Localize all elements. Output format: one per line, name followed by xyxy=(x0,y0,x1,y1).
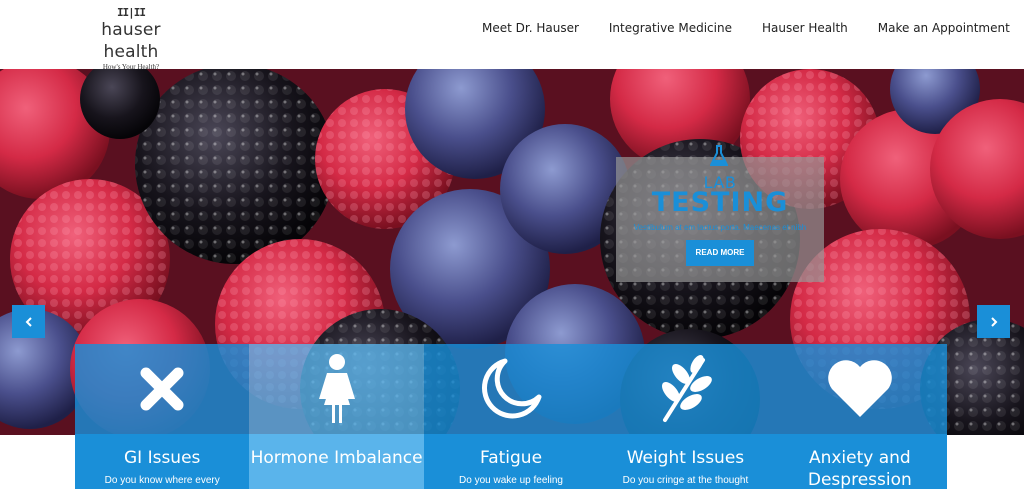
service-card-gi-issues[interactable]: GI Issues Do you know where every xyxy=(75,344,250,489)
services-row: GI Issues Do you know where every Hormon… xyxy=(75,344,948,489)
service-desc: Do you cringe at the thought xyxy=(622,475,749,486)
woman-icon xyxy=(318,354,355,423)
main-nav: Meet Dr. Hauser Integrative Medicine Hau… xyxy=(482,20,1024,36)
service-title: Weight Issues xyxy=(626,448,745,468)
read-more-button[interactable]: READ MORE xyxy=(686,240,754,266)
carousel-prev-button[interactable] xyxy=(12,305,45,338)
carousel-next-button[interactable] xyxy=(977,305,1010,338)
nav-make-appointment[interactable]: Make an Appointment xyxy=(878,20,1010,36)
logo-name: hauser health xyxy=(101,20,161,62)
chevron-right-icon xyxy=(990,316,997,327)
heart-icon xyxy=(828,360,892,417)
site-header: II|II hauser health How's Your Health? M… xyxy=(0,0,1024,72)
service-card-fatigue[interactable]: Fatigue Do you wake up feeling xyxy=(423,344,599,489)
service-card-hormone-imbalance[interactable]: Hormone Imbalance xyxy=(249,344,424,489)
service-desc: Do you know where every xyxy=(104,475,220,486)
service-card-anxiety[interactable]: Anxiety and Despression xyxy=(772,344,948,489)
slide-text: Vestibulum at em lactus porta. Maecenas … xyxy=(633,223,807,232)
slide-caption: LAB TESTING Vestibulum at em lactus port… xyxy=(616,145,824,282)
nav-meet-dr-hauser[interactable]: Meet Dr. Hauser xyxy=(482,20,579,36)
cross-icon xyxy=(140,367,184,411)
service-title: Hormone Imbalance xyxy=(250,448,423,468)
slide-heading-big: TESTING xyxy=(651,187,789,218)
service-card-weight-issues[interactable]: Weight Issues Do you cringe at the thoug… xyxy=(598,344,773,489)
chevron-left-icon xyxy=(25,316,32,327)
leaf-icon xyxy=(662,354,713,422)
nav-hauser-health[interactable]: Hauser Health xyxy=(762,20,848,36)
flask-icon xyxy=(710,145,728,166)
logo-mark: II|II xyxy=(116,6,146,19)
service-title: Fatigue xyxy=(479,448,543,468)
logo[interactable]: II|II hauser health How's Your Health? xyxy=(72,6,190,72)
service-desc: Do you wake up feeling xyxy=(459,475,563,486)
moon-icon xyxy=(482,358,542,419)
service-title: Anxiety and Despression xyxy=(807,448,912,489)
service-title: GI Issues xyxy=(123,448,201,468)
nav-integrative-medicine[interactable]: Integrative Medicine xyxy=(609,20,732,36)
